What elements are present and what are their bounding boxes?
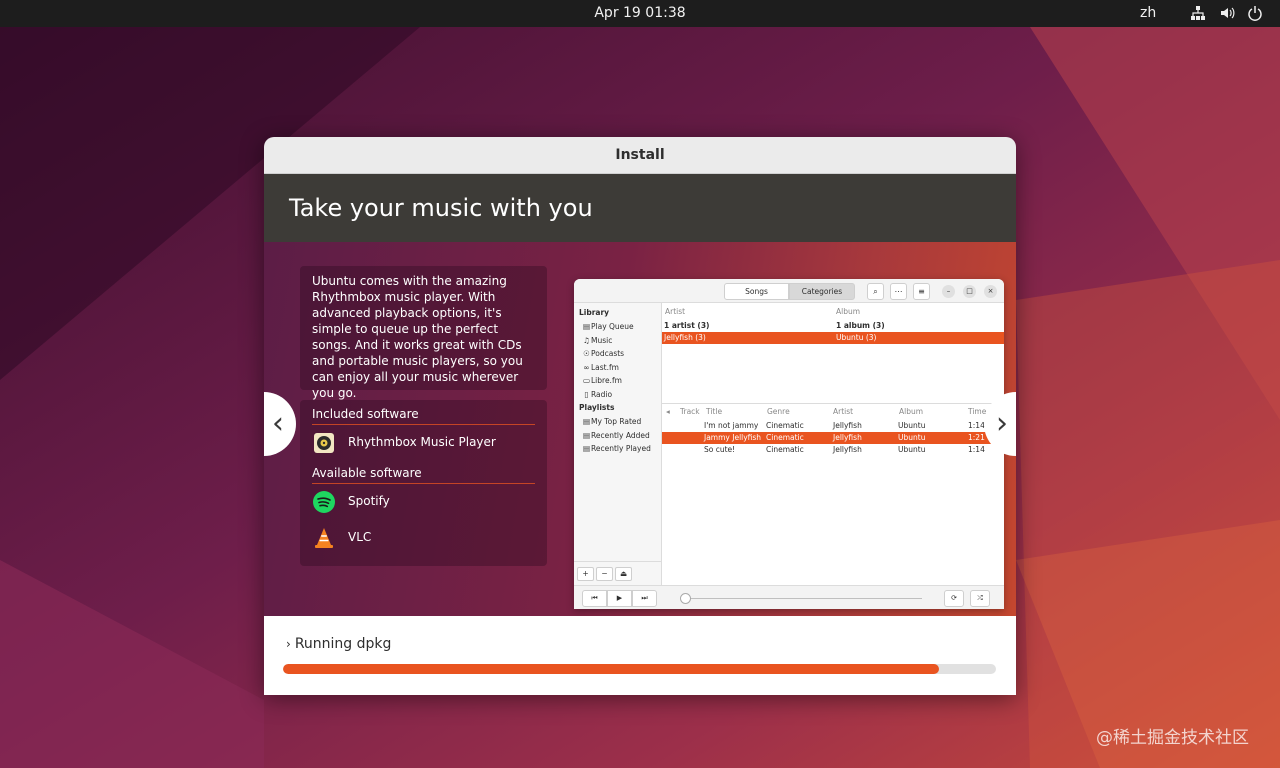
rb-col-album: Album	[899, 407, 924, 416]
rb-minimize-icon: –	[942, 285, 955, 298]
slideshow: Ubuntu comes with the amazing Rhythmbox …	[264, 242, 1016, 616]
rb-add-icon: +	[577, 567, 594, 581]
rb-shuffle-icon: ⤮	[970, 590, 990, 607]
rb-browser-row: Jellyfish (3) Ubuntu (3)	[662, 332, 1004, 344]
rb-close-icon: ×	[984, 285, 997, 298]
software-label: Spotify	[348, 494, 390, 508]
slide-title: Take your music with you	[264, 174, 1016, 242]
input-language-indicator[interactable]: zh	[1140, 5, 1156, 21]
install-progress-area: › Running dpkg	[264, 616, 1016, 695]
included-software-heading: Included software	[312, 404, 535, 425]
rb-track-row: I'm not jammy Cinematic Jellyfish Ubuntu…	[704, 421, 985, 430]
rb-album-header: Album	[836, 307, 861, 316]
rb-seek-knob	[680, 593, 691, 604]
rb-track-list: ◂ Track Title Genre Artist Album Time I'…	[662, 403, 1004, 585]
rb-repeat-icon: ⟳	[944, 590, 964, 607]
available-software-heading: Available software	[312, 463, 535, 484]
rb-sidebar-item: ▯ Radio	[574, 388, 661, 402]
progress-bar	[283, 664, 996, 674]
spotify-icon	[313, 491, 335, 513]
progress-fill	[283, 664, 939, 674]
software-item-rhythmbox: Rhythmbox Music Player	[312, 425, 535, 461]
window-title: Install	[264, 137, 1016, 174]
rb-sidebar-item: ▤My Top Rated	[574, 415, 661, 429]
software-item-spotify: Spotify	[312, 484, 535, 520]
rb-sidebar-item: ▤Recently Played	[574, 442, 661, 456]
software-list: Included software Rhythmbox Music Player…	[300, 400, 547, 566]
rb-col-track: Track	[680, 407, 700, 416]
rhythmbox-screenshot: Songs Categories ⌕ ⋯ ≡ – □ × Library ▤Pl…	[574, 279, 1004, 609]
rb-col-artist: Artist	[833, 407, 854, 416]
rb-search-icon: ⌕	[867, 283, 884, 300]
radio-icon: ▯	[584, 389, 589, 399]
chevron-right-icon: ›	[286, 637, 291, 651]
rb-maximize-icon: □	[963, 285, 976, 298]
rb-col-time: Time	[968, 407, 987, 416]
rhythmbox-icon	[314, 433, 334, 453]
status-text: Running dpkg	[294, 636, 392, 652]
rb-sidebar-item: ▤Play Queue	[574, 320, 661, 334]
rb-previous-icon: ⏮	[582, 590, 607, 607]
chevron-left-icon: ‹	[272, 406, 284, 441]
software-label: VLC	[348, 530, 372, 544]
rb-library-heading: Library	[579, 308, 610, 317]
rb-sidebar: Library ▤Play Queue ♫Music ☉Podcasts ∞La…	[574, 303, 662, 585]
rb-player-controls: ⏮ ▶ ⏭ ⟳ ⤮	[574, 585, 1004, 609]
rb-track-row: So cute! Cinematic Jellyfish Ubuntu 1:14	[704, 445, 985, 454]
rb-col-title: Title	[706, 407, 723, 416]
rb-playing-column-icon: ◂	[666, 407, 670, 416]
rb-sidebar-item: ▤Recently Added	[574, 429, 661, 443]
podcast-icon: ☉	[583, 349, 590, 358]
rb-col-genre: Genre	[767, 407, 790, 416]
music-icon: ♫	[583, 335, 590, 345]
software-label: Rhythmbox Music Player	[348, 435, 496, 449]
network-icon[interactable]	[1190, 5, 1206, 21]
rb-tab-categories: Categories	[789, 283, 855, 300]
rb-track-row: Jammy Jellyfish Cinematic Jellyfish Ubun…	[662, 432, 1004, 444]
rb-sidebar-item: ∞Last.fm	[574, 361, 661, 375]
software-item-vlc: VLC	[312, 520, 535, 556]
rb-play-icon: ▶	[607, 590, 632, 607]
rb-seek-bar	[684, 598, 922, 599]
power-icon[interactable]	[1247, 5, 1263, 21]
rb-more-icon: ⋯	[890, 283, 907, 300]
play-queue-icon: ▤	[582, 322, 591, 331]
rb-sidebar-actions: + − ⏏	[574, 561, 662, 585]
rb-next-icon: ⏭	[632, 590, 657, 607]
rb-headerbar: Songs Categories ⌕ ⋯ ≡ – □ ×	[574, 279, 1004, 303]
playlist-icon: ▤	[582, 444, 591, 453]
top-bar: Apr 19 01:38 zh	[0, 0, 1280, 27]
rb-eject-icon: ⏏	[615, 567, 632, 581]
rb-menu-icon: ≡	[913, 283, 930, 300]
lastfm-icon: ∞	[583, 362, 590, 372]
rb-sidebar-item: ▭Libre.fm	[574, 374, 661, 388]
watermark: @稀土掘金技术社区	[1096, 728, 1249, 748]
previous-slide-button[interactable]: ‹	[264, 392, 296, 456]
status-expander[interactable]: › Running dpkg	[286, 636, 391, 652]
rb-artist-header: Artist	[665, 307, 686, 316]
vlc-icon	[315, 528, 333, 548]
volume-icon[interactable]	[1219, 5, 1235, 21]
playlist-icon: ▤	[582, 430, 591, 440]
rb-browser-row: 1 artist (3) 1 album (3)	[664, 321, 885, 330]
installer-window: Install Take your music with you Ubuntu …	[264, 137, 1016, 695]
rb-sidebar-item: ☉Podcasts	[574, 347, 661, 361]
rb-sidebar-item: ♫Music	[574, 334, 661, 348]
slide-description: Ubuntu comes with the amazing Rhythmbox …	[300, 266, 547, 400]
rb-tab-songs: Songs	[724, 283, 789, 300]
rb-browser: Artist Album 1 artist (3) 1 album (3) Je…	[662, 303, 1004, 403]
clock[interactable]: Apr 19 01:38	[0, 5, 1280, 21]
rb-remove-icon: −	[596, 567, 613, 581]
rb-playlists-heading: Playlists	[579, 403, 615, 412]
chevron-right-icon: ›	[996, 406, 1008, 441]
playlist-icon: ▤	[582, 417, 591, 426]
librefm-icon: ▭	[582, 376, 591, 385]
